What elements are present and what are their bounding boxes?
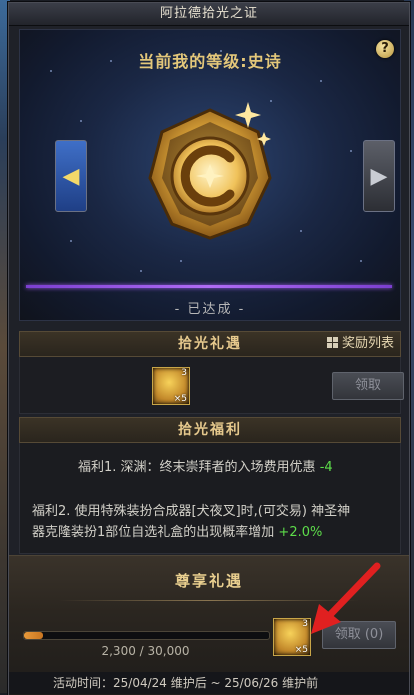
reward-list-label: 奖励列表 [341, 336, 394, 351]
prev-level-button[interactable]: ◀ [55, 140, 87, 212]
gift-section-header: 拾光礼遇 奖励列表 [19, 331, 401, 357]
welfare-line-1-bonus: -4 [319, 460, 333, 475]
claim-button[interactable]: 领取 [332, 372, 404, 400]
chevron-left-icon: ◀ [62, 163, 80, 189]
window-title: 阿拉德拾光之证 [9, 3, 409, 26]
welfare-line-1: 福利1. 深渊：终末崇拜者的入场费用优惠 -4 [78, 457, 333, 478]
exclusive-progress-fill [24, 632, 43, 639]
welfare-line-2-text-b: 器克隆装扮1部位自选礼盒的出现概率增加 [32, 525, 275, 540]
exclusive-progress-text: 2,300 / 30,000 [101, 644, 190, 658]
welfare-section-header: 拾光福利 [19, 417, 401, 443]
star-dot [350, 150, 352, 152]
level-hero-panel: 当前我的等级:史诗 ? ◀ ▶ - 已达成 - [19, 29, 401, 321]
welfare-section-title: 拾光福利 [178, 422, 242, 438]
star-dot [360, 260, 362, 262]
star-dot [80, 120, 82, 122]
exclusive-item-count: ×5 [294, 645, 308, 655]
level-prefix: 当前我的等级: [138, 52, 248, 71]
annotation-arrow-icon [311, 562, 381, 634]
level-progress-line [26, 285, 392, 288]
gift-row: 3 ×5 领取 [19, 357, 404, 414]
reward-item-icon[interactable]: 3 ×5 [152, 367, 190, 405]
reward-list-button[interactable]: 奖励列表 [326, 332, 394, 356]
star-dot [70, 240, 72, 242]
welfare-line-2: 福利2. 使用特殊装扮合成器[犬夜叉]时,(可交易) 神圣神 器克隆装扮1部位自… [32, 501, 392, 543]
item-tier: 3 [181, 368, 187, 378]
star-dot [320, 80, 322, 82]
level-title: 当前我的等级:史诗 [20, 48, 400, 72]
star-dot [140, 270, 142, 272]
star-dot [180, 260, 182, 262]
welfare-line-2-bonus: +2.0% [278, 525, 323, 540]
chevron-right-icon: ▶ [370, 163, 388, 189]
welfare-body: 福利1. 深渊：终末崇拜者的入场费用优惠 -4 福利2. 使用特殊装扮合成器[犬… [19, 443, 401, 554]
welfare-line-2-text-a: 福利2. 使用特殊装扮合成器[犬夜叉]时,(可交易) 神圣神 [32, 504, 351, 519]
grid-icon [326, 337, 338, 348]
item-count: ×5 [173, 394, 187, 404]
exclusive-progress-track [23, 631, 270, 640]
welfare-line-1-text: 福利1. 深渊：终末崇拜者的入场费用优惠 [78, 460, 316, 475]
level-value: 史诗 [247, 52, 282, 71]
next-level-button[interactable]: ▶ [363, 140, 395, 212]
achieved-status: - 已达成 - [174, 302, 246, 317]
epic-emblem-icon [148, 102, 272, 240]
gift-section-title: 拾光礼遇 [178, 336, 242, 352]
star-dot [300, 230, 302, 232]
help-button[interactable]: ? [376, 40, 394, 58]
activity-time: 活动时间：25/04/24 维护后 ~ 25/06/26 维护前 [9, 672, 409, 694]
